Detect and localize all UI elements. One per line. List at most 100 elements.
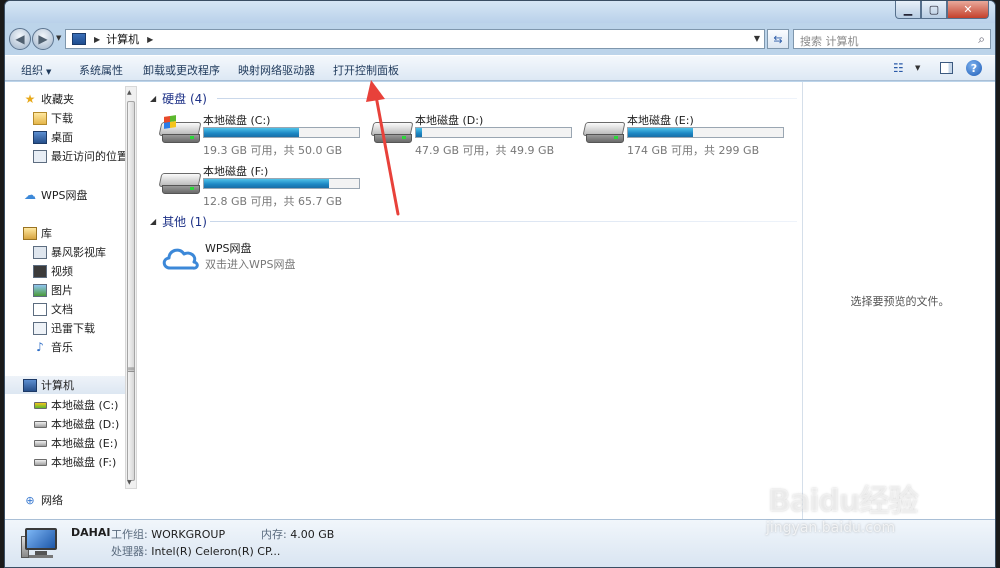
processor-detail: 处理器: Intel(R) Celeron(R) CP... (111, 543, 280, 559)
help-icon[interactable]: ? (966, 60, 982, 76)
scroll-up-icon[interactable]: ▲ (127, 89, 132, 96)
refresh-button[interactable]: ⇆ (767, 29, 789, 49)
sidebar-item-wps-cloud[interactable]: ☁ WPS网盘 (5, 186, 125, 204)
workgroup-detail: 工作组: WORKGROUP (111, 526, 225, 542)
sidebar-item-libraries[interactable]: 库 (5, 224, 125, 242)
sidebar-label: 下载 (51, 112, 73, 125)
close-button[interactable]: ✕ (947, 1, 989, 19)
sidebar-item-drive-d[interactable]: 本地磁盘 (D:) (5, 415, 125, 433)
hard-drive-icon (370, 122, 414, 144)
sidebar-label: 桌面 (51, 131, 73, 144)
sidebar-item-favorites[interactable]: ★ 收藏夹 (5, 90, 125, 108)
sidebar-item-xunlei[interactable]: 迅雷下载 (5, 319, 125, 337)
collapse-triangle-icon[interactable]: ◢ (150, 94, 156, 103)
sidebar-item-drive-c[interactable]: 本地磁盘 (C:) (5, 396, 125, 414)
map-network-drive-button[interactable]: 映射网络驱动器 (238, 62, 315, 78)
sidebar-label: 本地磁盘 (F:) (51, 456, 117, 469)
drive-free-space: 12.8 GB 可用，共 65.7 GB (203, 195, 343, 208)
chevron-down-icon: ▼ (46, 68, 52, 76)
drive-e[interactable]: 本地磁盘 (E:) 174 GB 可用，共 299 GB (582, 112, 792, 158)
detail-value: Intel(R) Celeron(R) CP... (151, 545, 281, 558)
sidebar-item-desktop[interactable]: 桌面 (5, 128, 125, 146)
back-button[interactable]: ◀ (9, 28, 31, 50)
breadcrumb-chevron-icon[interactable]: ▶ (94, 35, 100, 44)
search-placeholder: 搜索 计算机 (800, 35, 859, 48)
drive-f[interactable]: 本地磁盘 (F:) 12.8 GB 可用，共 65.7 GB (158, 163, 368, 209)
hard-drive-icon (33, 418, 47, 431)
cloud-icon (162, 248, 199, 270)
change-view-icon[interactable]: ☷ (893, 61, 904, 75)
computer-icon (23, 378, 37, 392)
drive-free-space: 174 GB 可用，共 299 GB (627, 144, 760, 157)
sidebar-item-downloads[interactable]: 下载 (5, 109, 125, 127)
navigation-scrollbar[interactable]: ▲ ▼ (125, 86, 137, 489)
hard-drive-icon (158, 173, 202, 195)
drive-usage-bar (415, 127, 572, 138)
memory-detail: 内存: 4.00 GB (261, 526, 334, 542)
open-control-panel-button[interactable]: 打开控制面板 (333, 62, 399, 78)
breadcrumb-computer[interactable]: 计算机 (106, 31, 139, 47)
back-arrow-icon: ◀ (15, 32, 25, 46)
group-divider (217, 98, 797, 99)
scroll-down-icon[interactable]: ▼ (127, 479, 132, 486)
breadcrumb-chevron-icon[interactable]: ▶ (147, 35, 153, 44)
sidebar-item-computer[interactable]: 计算机 (5, 376, 125, 394)
sidebar-label: 网络 (41, 494, 63, 507)
title-bar[interactable]: ▁ ▢ ✕ (5, 1, 995, 23)
sidebar-label: 本地磁盘 (C:) (51, 399, 119, 412)
search-icon[interactable]: ⌕ (978, 32, 985, 47)
search-input[interactable]: 搜索 计算机 ⌕ (793, 29, 991, 49)
drive-usage-bar (203, 178, 360, 189)
recent-pages-dropdown-icon[interactable]: ▼ (56, 34, 61, 42)
scrollbar-thumb[interactable] (127, 101, 135, 481)
drive-name: 本地磁盘 (D:) (415, 114, 484, 127)
maximize-button[interactable]: ▢ (921, 1, 947, 19)
address-dropdown-icon[interactable]: ▼ (754, 34, 760, 43)
sidebar-label: 计算机 (41, 379, 74, 392)
sidebar-item-drive-e[interactable]: 本地磁盘 (E:) (5, 434, 125, 452)
group-divider (210, 221, 797, 222)
group-header-hard-disks[interactable]: ◢ 硬盘 (4) (150, 90, 207, 107)
sidebar-label: 本地磁盘 (D:) (51, 418, 120, 431)
sidebar-label: 库 (41, 227, 52, 240)
drive-c[interactable]: 本地磁盘 (C:) 19.3 GB 可用，共 50.0 GB (158, 112, 368, 158)
hard-drive-icon (33, 437, 47, 450)
sidebar-item-pictures[interactable]: 图片 (5, 281, 125, 299)
xunlei-download-icon (33, 321, 47, 335)
navigation-pane: ★ 收藏夹 下载 桌面 最近访问的位置 ☁ WPS网盘 库 暴风影视库 视频 图片 … (5, 82, 128, 519)
detail-label: 内存: (261, 528, 287, 541)
pane-splitter-grip-icon[interactable]: ≡ (127, 365, 135, 376)
system-drive-icon (33, 399, 47, 412)
videos-icon (33, 264, 47, 278)
uninstall-program-button[interactable]: 卸载或更改程序 (143, 62, 220, 78)
group-header-other[interactable]: ◢ 其他 (1) (150, 213, 207, 230)
view-dropdown-icon[interactable]: ▼ (915, 64, 920, 72)
address-bar[interactable]: ▶ 计算机 ▶ ▼ (65, 29, 765, 49)
computer-icon (72, 33, 86, 45)
sidebar-label: 本地磁盘 (E:) (51, 437, 118, 450)
sidebar-item-documents[interactable]: 文档 (5, 300, 125, 318)
refresh-icon: ⇆ (773, 32, 783, 46)
forward-button[interactable]: ▶ (32, 28, 54, 50)
sidebar-item-drive-f[interactable]: 本地磁盘 (F:) (5, 453, 125, 471)
wps-cloud-item[interactable]: WPS网盘 双击进入WPS网盘 (160, 240, 360, 274)
drive-d[interactable]: 本地磁盘 (D:) 47.9 GB 可用，共 49.9 GB (370, 112, 580, 158)
system-properties-button[interactable]: 系统属性 (79, 62, 123, 78)
sidebar-item-music[interactable]: ♪ 音乐 (5, 338, 125, 356)
sidebar-label: 暴风影视库 (51, 246, 106, 259)
sidebar-item-network[interactable]: ⊕ 网络 (5, 491, 125, 509)
collapse-triangle-icon[interactable]: ◢ (150, 217, 156, 226)
sidebar-item-baofeng[interactable]: 暴风影视库 (5, 243, 125, 261)
sidebar-item-videos[interactable]: 视频 (5, 262, 125, 280)
sidebar-item-recent-places[interactable]: 最近访问的位置 (5, 147, 128, 165)
pictures-icon (33, 283, 47, 297)
forward-arrow-icon: ▶ (38, 32, 48, 46)
network-icon: ⊕ (25, 493, 35, 507)
minimize-button[interactable]: ▁ (895, 1, 921, 19)
details-pane: DAHAI 工作组: WORKGROUP 内存: 4.00 GB 处理器: In… (5, 519, 995, 567)
organize-button[interactable]: 组织 ▼ (21, 62, 51, 78)
sidebar-label: 图片 (51, 284, 73, 297)
preview-pane-icon[interactable] (940, 62, 953, 74)
drive-usage-fill (628, 128, 693, 137)
group-title: 硬盘 (4) (162, 92, 207, 106)
